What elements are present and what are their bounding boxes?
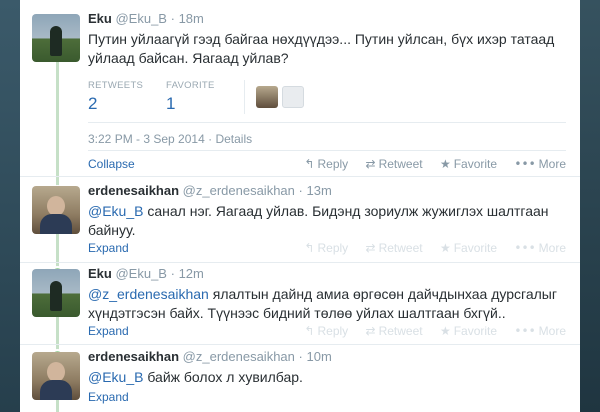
tweet-header: Eku @Eku_B · 12m [88, 266, 204, 281]
ellipsis-icon: ••• [514, 157, 536, 171]
retweet-button[interactable]: ⇄ Retweet [366, 324, 423, 338]
reply-button[interactable]: ↰ Reply [304, 241, 348, 255]
reply-arrow-icon: ↰ [304, 157, 315, 171]
retweets-label: RETWEETS [88, 80, 144, 91]
avatar[interactable] [32, 14, 80, 62]
avatar[interactable] [32, 352, 80, 400]
reply-arrow-icon: ↰ [304, 241, 315, 255]
star-icon: ★ [439, 324, 451, 338]
reply-button[interactable]: ↰ Reply [304, 324, 348, 338]
favorite-button[interactable]: ★ Favorite [440, 157, 497, 171]
separator [88, 122, 566, 123]
avatar[interactable] [32, 269, 80, 317]
separator [20, 262, 580, 263]
details-link[interactable]: Details [215, 132, 252, 146]
fullname[interactable]: Eku [88, 266, 112, 281]
tweet-header: erdenesaikhan @z_erdenesaikhan · 10m [88, 349, 332, 364]
tweet-actions: ↰ Reply ⇄ Retweet ★ Favorite ••• More [290, 324, 566, 338]
ellipsis-icon: ••• [514, 324, 536, 338]
reply-arrow-icon: ↰ [304, 324, 315, 338]
tweet-actions: ↰ Reply ⇄ Retweet ★ Favorite ••• More [290, 241, 566, 255]
tweet-time[interactable]: 12m [179, 266, 204, 281]
tweet-text: @z_erdenesaikhan ялалтын дайнд амиа өргө… [88, 286, 557, 321]
username[interactable]: @z_erdenesaikhan [183, 183, 295, 198]
avatar[interactable] [32, 186, 80, 234]
expand-link[interactable]: Expand [88, 324, 129, 338]
conversation-panel: Eku @Eku_B · 18m Путин уйлаагүй гээд бай… [20, 0, 580, 412]
tweet-text: @Eku_B санал нэг. Яагаад уйлав. Бидэнд з… [88, 203, 549, 238]
favorite-button[interactable]: ★ Favorite [440, 241, 497, 255]
mention-link[interactable]: @Eku_B [88, 203, 143, 219]
ellipsis-icon: ••• [514, 241, 536, 255]
tweet-time[interactable]: 10m [306, 349, 331, 364]
more-button[interactable]: ••• More [514, 324, 566, 338]
separator [20, 344, 580, 345]
expand-link[interactable]: Expand [88, 241, 129, 255]
favorite-button[interactable]: ★ Favorite [440, 324, 497, 338]
mention-link[interactable]: @Eku_B [88, 369, 143, 385]
retweets-count[interactable]: 2 [88, 94, 168, 114]
fullname[interactable]: Eku [88, 11, 112, 26]
tweet-text: Путин уйлаагүй гээд байгаа нөхдүүдээ... … [88, 31, 555, 66]
star-icon: ★ [439, 157, 451, 171]
username[interactable]: @Eku_B [115, 11, 167, 26]
favorites-label: FAVORITE [166, 80, 215, 91]
retweet-icon: ⇄ [365, 324, 376, 338]
retweet-icon: ⇄ [365, 241, 376, 255]
tweet-time[interactable]: 18m [179, 11, 204, 26]
retweet-icon: ⇄ [365, 157, 376, 171]
collapse-link[interactable]: Collapse [88, 157, 135, 171]
favorites-count[interactable]: 1 [166, 94, 246, 114]
tweet-text: @Eku_B байж болох л хувилбар. [88, 369, 303, 385]
reply-button[interactable]: ↰ Reply [304, 157, 348, 171]
background-left [0, 0, 20, 412]
tweet-actions: ↰ Reply ⇄ Retweet ★ Favorite ••• More [290, 157, 566, 171]
favoriter-avatar[interactable] [282, 86, 304, 108]
star-icon: ★ [439, 241, 451, 255]
username[interactable]: @Eku_B [115, 266, 167, 281]
more-button[interactable]: ••• More [514, 241, 566, 255]
fullname[interactable]: erdenesaikhan [88, 183, 179, 198]
more-button[interactable]: ••• More [514, 157, 566, 171]
separator [20, 176, 580, 177]
stats-divider [244, 80, 245, 114]
tweet-header: erdenesaikhan @z_erdenesaikhan · 13m [88, 183, 332, 198]
tweet-header: Eku @Eku_B · 18m [88, 11, 204, 26]
mention-link[interactable]: @z_erdenesaikhan [88, 286, 209, 302]
retweet-button[interactable]: ⇄ Retweet [366, 157, 423, 171]
retweet-button[interactable]: ⇄ Retweet [366, 241, 423, 255]
username[interactable]: @z_erdenesaikhan [183, 349, 295, 364]
background-right [580, 0, 600, 412]
retweeter-avatar[interactable] [256, 86, 278, 108]
tweet-time[interactable]: 13m [306, 183, 331, 198]
fullname[interactable]: erdenesaikhan [88, 349, 179, 364]
tweet-timestamp: 3:22 PM - 3 Sep 2014 · Details [88, 132, 253, 146]
separator [88, 150, 566, 151]
expand-link[interactable]: Expand [88, 390, 129, 404]
